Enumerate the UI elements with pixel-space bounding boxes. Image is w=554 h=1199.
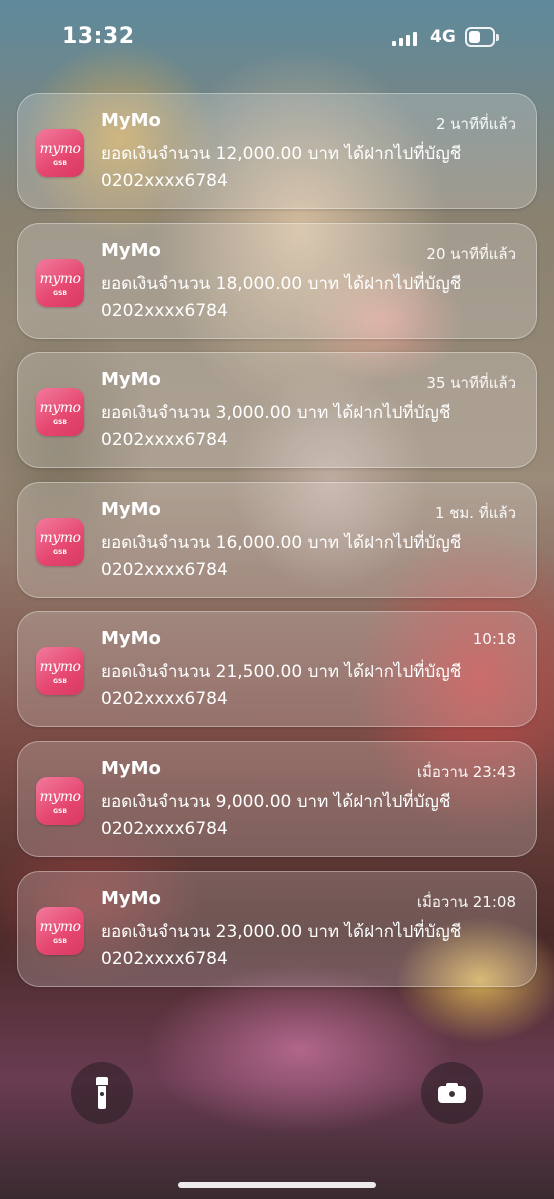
- notification-card[interactable]: mymo GSB MyMo เมื่อวาน 23:43 ยอดเงินจำนว…: [17, 740, 537, 857]
- battery-icon: [465, 27, 499, 47]
- notification-card[interactable]: mymo GSB MyMo 1 ชม. ที่แล้ว ยอดเงินจำนวน…: [17, 481, 537, 598]
- notification-time: 35 นาทีที่แล้ว: [426, 374, 516, 393]
- notification-time: 10:18: [472, 630, 516, 649]
- status-bar: 13:32 4G: [0, 0, 554, 76]
- notification-account: 0202xxxx6784: [101, 948, 228, 969]
- notification-message: ยอดเงินจำนวน 3,000.00 บาท ได้ฝากไปที่บัญ…: [101, 403, 451, 424]
- app-icon-logo: mymo: [39, 659, 81, 676]
- notification-app-name: MyMo: [101, 887, 161, 909]
- mymo-app-icon: mymo GSB: [36, 906, 84, 955]
- app-icon-logo: mymo: [39, 529, 81, 546]
- notification-time: 1 ชม. ที่แล้ว: [434, 503, 516, 522]
- notification-time: เมื่อวาน 23:43: [416, 762, 516, 781]
- network-type: 4G: [430, 27, 456, 47]
- notification-account: 0202xxxx6784: [101, 300, 228, 321]
- app-icon-subtext: GSB: [53, 678, 67, 686]
- app-icon-logo: mymo: [39, 918, 81, 935]
- notification-message: ยอดเงินจำนวน 16,000.00 บาท ได้ฝากไปที่บั…: [101, 532, 462, 553]
- notification-message: ยอดเงินจำนวน 21,500.00 บาท ได้ฝากไปที่บั…: [101, 662, 462, 683]
- mymo-app-icon: mymo GSB: [36, 776, 84, 825]
- app-icon-logo: mymo: [39, 788, 81, 805]
- notification-app-name: MyMo: [101, 757, 161, 779]
- notification-message: ยอดเงินจำนวน 18,000.00 บาท ได้ฝากไปที่บั…: [101, 273, 462, 294]
- camera-button[interactable]: [421, 1062, 483, 1124]
- notification-account: 0202xxxx6784: [101, 559, 228, 580]
- app-icon-logo: mymo: [39, 270, 81, 287]
- mymo-app-icon: mymo GSB: [36, 129, 84, 177]
- notification-card[interactable]: mymo GSB MyMo 35 นาทีที่แล้ว ยอดเงินจำนว…: [17, 352, 537, 469]
- notification-account: 0202xxxx6784: [101, 818, 228, 839]
- app-icon-subtext: GSB: [53, 160, 67, 167]
- notification-card[interactable]: mymo GSB MyMo เมื่อวาน 21:08 ยอดเงินจำนว…: [17, 870, 537, 987]
- mymo-app-icon: mymo GSB: [36, 258, 84, 307]
- app-icon-subtext: GSB: [53, 419, 67, 427]
- app-icon-logo: mymo: [39, 141, 81, 157]
- cellular-signal-icon: [392, 30, 418, 46]
- notification-card[interactable]: mymo GSB MyMo 10:18 ยอดเงินจำนวน 21,500.…: [17, 611, 537, 728]
- notification-time: เมื่อวาน 21:08: [416, 892, 516, 911]
- camera-icon: [438, 1083, 466, 1103]
- notification-list: mymo GSB MyMo 2 นาทีที่แล้ว ยอดเงินจำนวน…: [17, 93, 537, 1000]
- notification-app-name: MyMo: [101, 369, 161, 391]
- notification-card[interactable]: mymo GSB MyMo 20 นาทีที่แล้ว ยอดเงินจำนว…: [17, 222, 537, 339]
- mymo-app-icon: mymo GSB: [36, 647, 84, 696]
- app-icon-subtext: GSB: [53, 807, 67, 815]
- notification-app-name: MyMo: [101, 628, 161, 650]
- app-icon-subtext: GSB: [53, 937, 67, 945]
- status-time: 13:32: [62, 24, 135, 49]
- notification-app-name: MyMo: [101, 110, 161, 131]
- mymo-app-icon: mymo GSB: [36, 388, 84, 437]
- notification-account: 0202xxxx6784: [101, 430, 228, 451]
- notification-account: 0202xxxx6784: [101, 689, 228, 710]
- notification-card[interactable]: mymo GSB MyMo 2 นาทีที่แล้ว ยอดเงินจำนวน…: [17, 93, 537, 209]
- notification-time: 20 นาทีที่แล้ว: [426, 244, 516, 263]
- home-indicator[interactable]: [178, 1182, 376, 1188]
- app-icon-logo: mymo: [39, 400, 81, 417]
- notification-account: 0202xxxx6784: [101, 171, 228, 191]
- notification-app-name: MyMo: [101, 239, 161, 261]
- notification-message: ยอดเงินจำนวน 9,000.00 บาท ได้ฝากไปที่บัญ…: [101, 791, 451, 812]
- flashlight-icon: [96, 1077, 108, 1109]
- flashlight-button[interactable]: [71, 1062, 133, 1124]
- notification-app-name: MyMo: [101, 498, 161, 520]
- app-icon-subtext: GSB: [53, 289, 67, 297]
- mymo-app-icon: mymo GSB: [36, 517, 84, 566]
- app-icon-subtext: GSB: [53, 548, 67, 556]
- notification-time: 2 นาทีที่แล้ว: [435, 115, 516, 133]
- notification-message: ยอดเงินจำนวน 23,000.00 บาท ได้ฝากไปที่บั…: [101, 921, 462, 942]
- notification-message: ยอดเงินจำนวน 12,000.00 บาท ได้ฝากไปที่บั…: [101, 144, 462, 164]
